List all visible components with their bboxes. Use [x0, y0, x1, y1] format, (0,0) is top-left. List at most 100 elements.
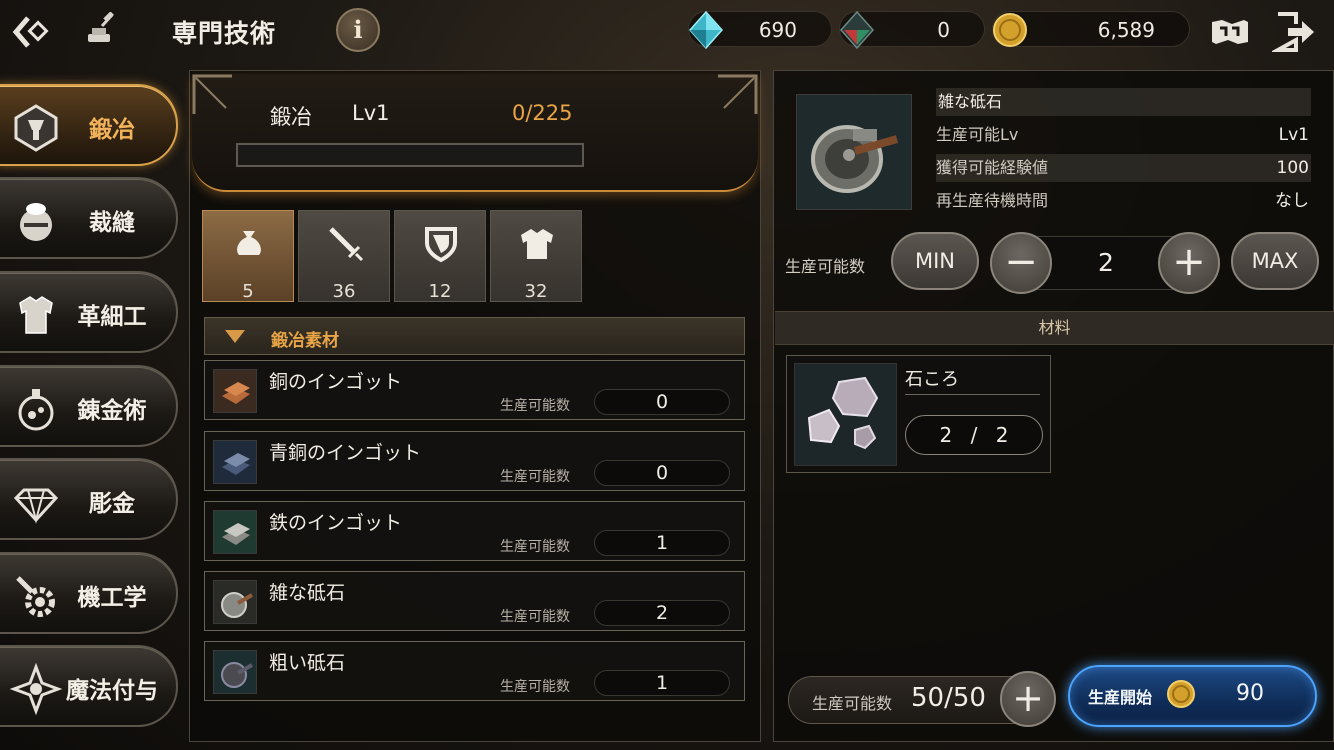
list-item[interactable]: 粗い砥石 生産可能数 1 [204, 641, 745, 701]
stat-value: なし [1275, 191, 1309, 211]
stone-icon [794, 363, 897, 466]
category-tab-engineering[interactable]: 機工学 [0, 552, 178, 634]
stat-value: 100 [1276, 158, 1309, 178]
leather-armor-icon [10, 289, 62, 341]
bronze-ingot-icon [213, 440, 257, 484]
category-label: 革細工 [77, 304, 147, 330]
stat-row: 獲得可能経験値 100 [936, 154, 1311, 182]
category-tab-tailoring[interactable]: 裁縫 [0, 177, 178, 259]
filter-tab-shields[interactable]: 12 [394, 210, 486, 302]
increment-button[interactable]: + [1158, 232, 1220, 294]
category-tab-jewelcraft[interactable]: 彫金 [0, 458, 178, 540]
stat-label: 獲得可能経験値 [936, 158, 1049, 177]
filter-count: 5 [242, 281, 254, 302]
section-header-materials[interactable]: 鍛冶素材 [204, 317, 745, 355]
tailoring-icon [10, 195, 62, 247]
item-prod-label: 生産可能数 [500, 609, 570, 625]
currency-value: 0 [937, 18, 950, 42]
category-tab-leatherwork[interactable]: 革細工 [0, 271, 178, 353]
iron-ingot-icon [213, 510, 257, 554]
start-production-label: 生産開始 [1088, 688, 1153, 707]
list-item[interactable]: 鉄のインゴット 生産可能数 1 [204, 501, 745, 561]
divider [905, 394, 1040, 395]
stat-value: Lv1 [1278, 125, 1309, 145]
gear-icon [10, 570, 62, 622]
gold-coin-icon [989, 9, 1031, 51]
item-prod-value: 1 [594, 530, 730, 556]
list-item[interactable]: 銅のインゴット 生産可能数 0 [204, 360, 745, 420]
item-prod-label: 生産可能数 [500, 679, 570, 695]
currency-value: 690 [758, 18, 797, 42]
sword-icon [325, 223, 365, 263]
category-label: 鍛冶 [89, 117, 135, 143]
corner-ornament-icon [192, 74, 236, 118]
filter-tab-weapons[interactable]: 36 [298, 210, 390, 302]
category-tab-blacksmithing[interactable]: 鍛冶 [0, 84, 178, 166]
whetstone-icon [796, 94, 912, 210]
start-production-cost: 90 [1236, 681, 1264, 706]
skill-level: Lv1 [352, 101, 390, 125]
red-crystal-icon [836, 9, 878, 51]
back-icon[interactable] [8, 10, 52, 54]
gold-coin-icon [1165, 678, 1197, 710]
currency-red-crystal[interactable]: 0 [839, 10, 985, 50]
skill-level-box [192, 74, 758, 192]
material-count: 2 / 2 [905, 415, 1043, 455]
filter-tab-armor[interactable]: 32 [490, 210, 582, 302]
currency-value: 6,589 [1097, 18, 1155, 42]
item-name: 粗い砥石 [269, 652, 346, 674]
category-label: 錬金術 [77, 398, 147, 424]
exit-icon[interactable] [1270, 10, 1316, 54]
item-prod-value: 1 [594, 670, 730, 696]
quantity-label: 生産可能数 [785, 257, 866, 276]
filter-count: 36 [332, 281, 356, 302]
item-name: 青銅のインゴット [269, 442, 422, 464]
exp-progress-bar [236, 143, 584, 167]
filter-count: 12 [428, 281, 452, 302]
filter-tab-materials[interactable]: 5 [202, 210, 294, 302]
list-item[interactable]: 雑な砥石 生産可能数 2 [204, 571, 745, 631]
materials-header: 材料 [775, 311, 1334, 345]
filter-count: 32 [524, 281, 548, 302]
stat-label: 生産可能Lv [936, 125, 1019, 144]
section-label: 鍛冶素材 [271, 331, 339, 351]
min-button[interactable]: MIN [891, 232, 979, 290]
alchemy-flask-icon [10, 383, 62, 435]
item-name: 鉄のインゴット [269, 512, 403, 534]
map-icon[interactable] [1208, 10, 1252, 54]
item-prod-value: 2 [594, 600, 730, 626]
category-label: 機工学 [77, 585, 147, 611]
list-item[interactable]: 青銅のインゴット 生産可能数 0 [204, 431, 745, 491]
shield-icon [421, 223, 461, 263]
corner-ornament-icon [714, 74, 758, 118]
detail-item-name: 雑な砥石 [936, 88, 1311, 116]
item-name: 雑な砥石 [269, 582, 346, 604]
capacity-plus-button[interactable]: + [1000, 671, 1056, 727]
material-name: 石ころ [905, 369, 959, 390]
top-bar: 専門技術 i 690 0 6,589 [0, 0, 1334, 62]
category-tab-enchanting[interactable]: 魔法付与 [0, 645, 178, 727]
info-button[interactable]: i [336, 8, 380, 52]
collapse-triangle-icon [225, 330, 245, 343]
stat-row: 再生産待機時間 なし [936, 187, 1311, 215]
max-button[interactable]: MAX [1231, 232, 1319, 290]
item-prod-label: 生産可能数 [500, 539, 570, 555]
quantity-value: 2 [1098, 248, 1114, 277]
currency-blue-crystal[interactable]: 690 [688, 10, 832, 50]
item-prod-label: 生産可能数 [500, 469, 570, 485]
capacity-value: 50/50 [911, 683, 986, 713]
currency-gold[interactable]: 6,589 [992, 11, 1190, 47]
skill-exp: 0/225 [512, 101, 573, 125]
item-prod-value: 0 [594, 389, 730, 415]
stat-label: 再生産待機時間 [936, 191, 1049, 210]
item-name: 銅のインゴット [269, 371, 403, 393]
crafting-hammer-icon [82, 11, 116, 46]
skill-name: 鍛冶 [270, 105, 312, 129]
whetstone-icon [213, 580, 257, 624]
category-label: 裁縫 [89, 210, 135, 236]
decrement-button[interactable]: − [990, 232, 1052, 294]
category-tab-alchemy[interactable]: 錬金術 [0, 365, 178, 447]
bag-icon [229, 223, 269, 263]
category-label: 彫金 [89, 491, 135, 517]
category-label: 魔法付与 [66, 678, 158, 704]
